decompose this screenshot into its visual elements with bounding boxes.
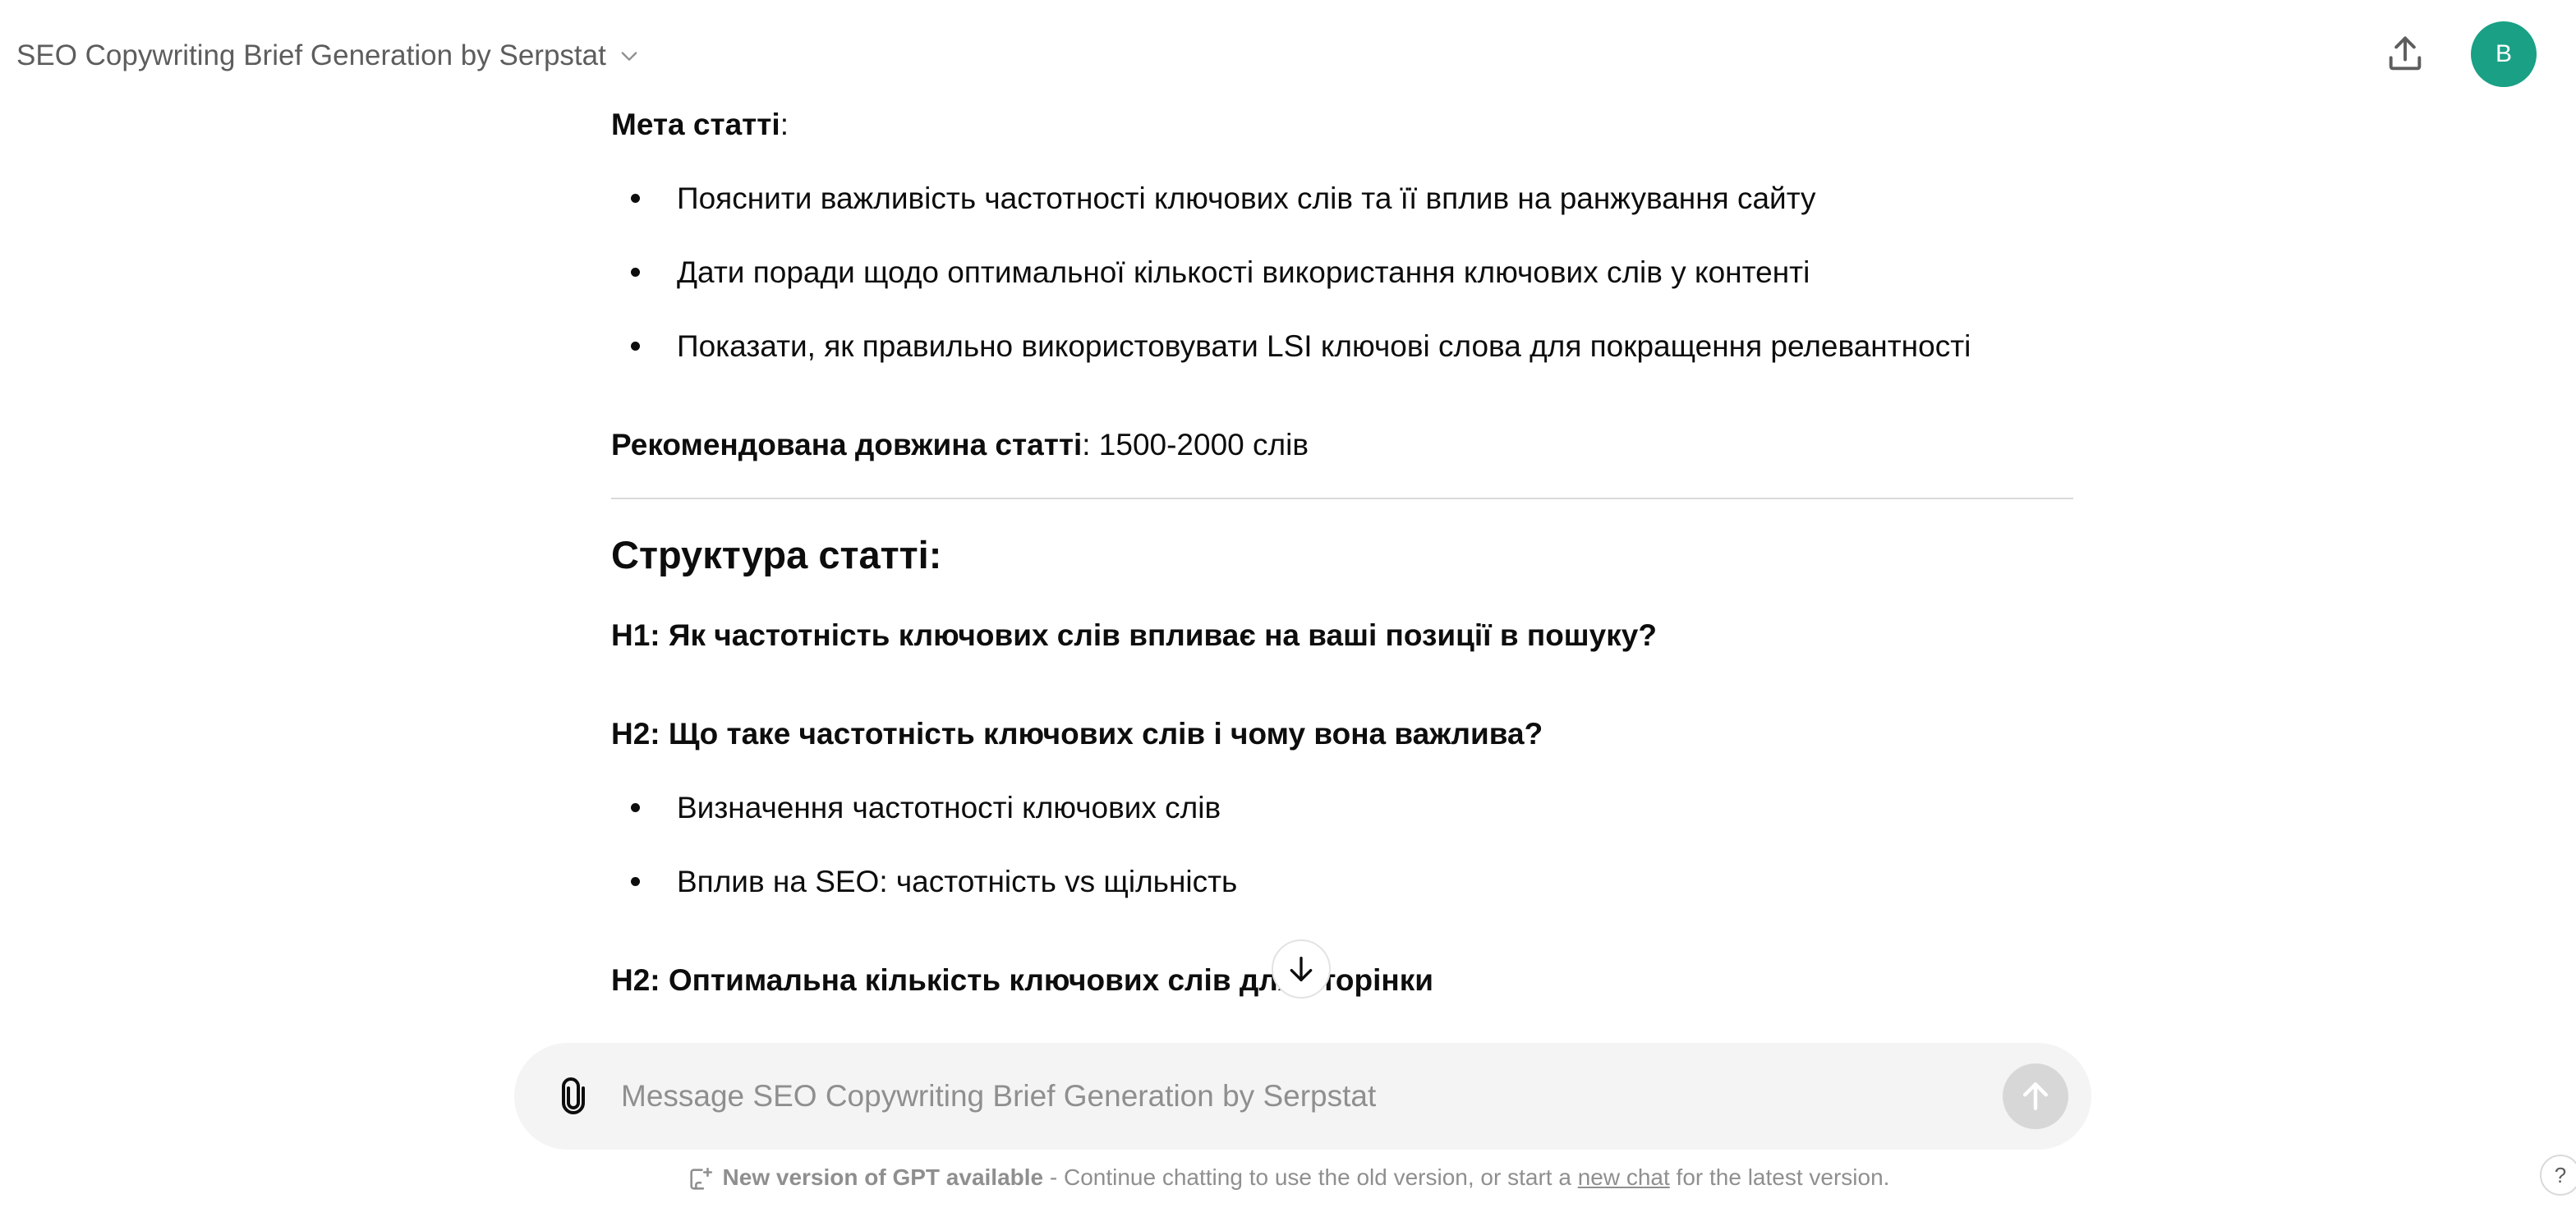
bullet-dot <box>631 342 640 351</box>
list-item-text: Пояснити важливість частотності ключових… <box>677 181 1816 215</box>
avatar-letter: B <box>2495 40 2512 67</box>
list-item-text: Вплив на SEO: частотність vs щільність <box>677 865 1238 898</box>
help-button[interactable]: ? <box>2540 1155 2576 1196</box>
h1-outline-line: H1: Як частотність ключових слів впливає… <box>611 618 1657 652</box>
goal-label: Мета статті <box>611 108 780 141</box>
message-input[interactable] <box>619 1068 1975 1125</box>
h2-outline-line: H2: Що таке частотність ключових слів і … <box>611 717 1543 751</box>
bullet-dot <box>631 194 640 203</box>
arrow-down-icon <box>1290 957 1313 981</box>
notice-text-before: - Continue chatting to use the old versi… <box>1043 1164 1578 1190</box>
model-title: SEO Copywriting Brief Generation by Serp… <box>16 39 606 71</box>
message-composer <box>514 1043 2091 1150</box>
new-version-label: New version of GPT available <box>722 1164 1044 1190</box>
chevron-down-icon <box>621 52 637 61</box>
model-selector[interactable]: SEO Copywriting Brief Generation by Serp… <box>16 36 641 76</box>
new-version-notice: New version of GPT available - Continue … <box>0 1164 2576 1193</box>
user-avatar[interactable]: B <box>2471 21 2537 87</box>
goal-colon: : <box>780 108 789 141</box>
share-upload-icon <box>2389 36 2422 71</box>
send-button[interactable] <box>2003 1063 2068 1129</box>
help-label: ? <box>2554 1162 2567 1187</box>
paperclip-icon <box>562 1077 585 1114</box>
new-chat-link[interactable]: new chat <box>1578 1164 1670 1190</box>
share-button[interactable] <box>2379 28 2431 80</box>
length-paragraph: Рекомендована довжина статті: 1500-2000 … <box>611 422 1309 468</box>
attach-file-button[interactable] <box>547 1070 600 1123</box>
bullet-dot <box>631 877 640 886</box>
arrow-up-icon <box>2022 1082 2049 1110</box>
top-bar: SEO Copywriting Brief Generation by Serp… <box>0 0 2576 112</box>
length-label: Рекомендована довжина статті <box>611 428 1083 462</box>
scroll-to-bottom-button[interactable] <box>1272 939 1331 999</box>
divider <box>611 498 2073 499</box>
notice-text-after: for the latest version. <box>1669 1164 1890 1190</box>
bullet-dot <box>631 803 640 812</box>
new-version-icon <box>689 1167 712 1190</box>
length-value: : 1500-2000 слів <box>1082 428 1309 462</box>
structure-heading: Структура статті: <box>611 533 942 576</box>
list-item-text: Визначення частотності ключових слів <box>677 791 1221 824</box>
assistant-message: Мета статті: Пояснити важливість частотн… <box>611 99 2073 1043</box>
bullet-dot <box>631 268 640 277</box>
list-item-text: Показати, як правильно використовувати L… <box>677 329 1971 363</box>
list-item-text: Дати поради щодо оптимальної кількості в… <box>677 255 1810 289</box>
